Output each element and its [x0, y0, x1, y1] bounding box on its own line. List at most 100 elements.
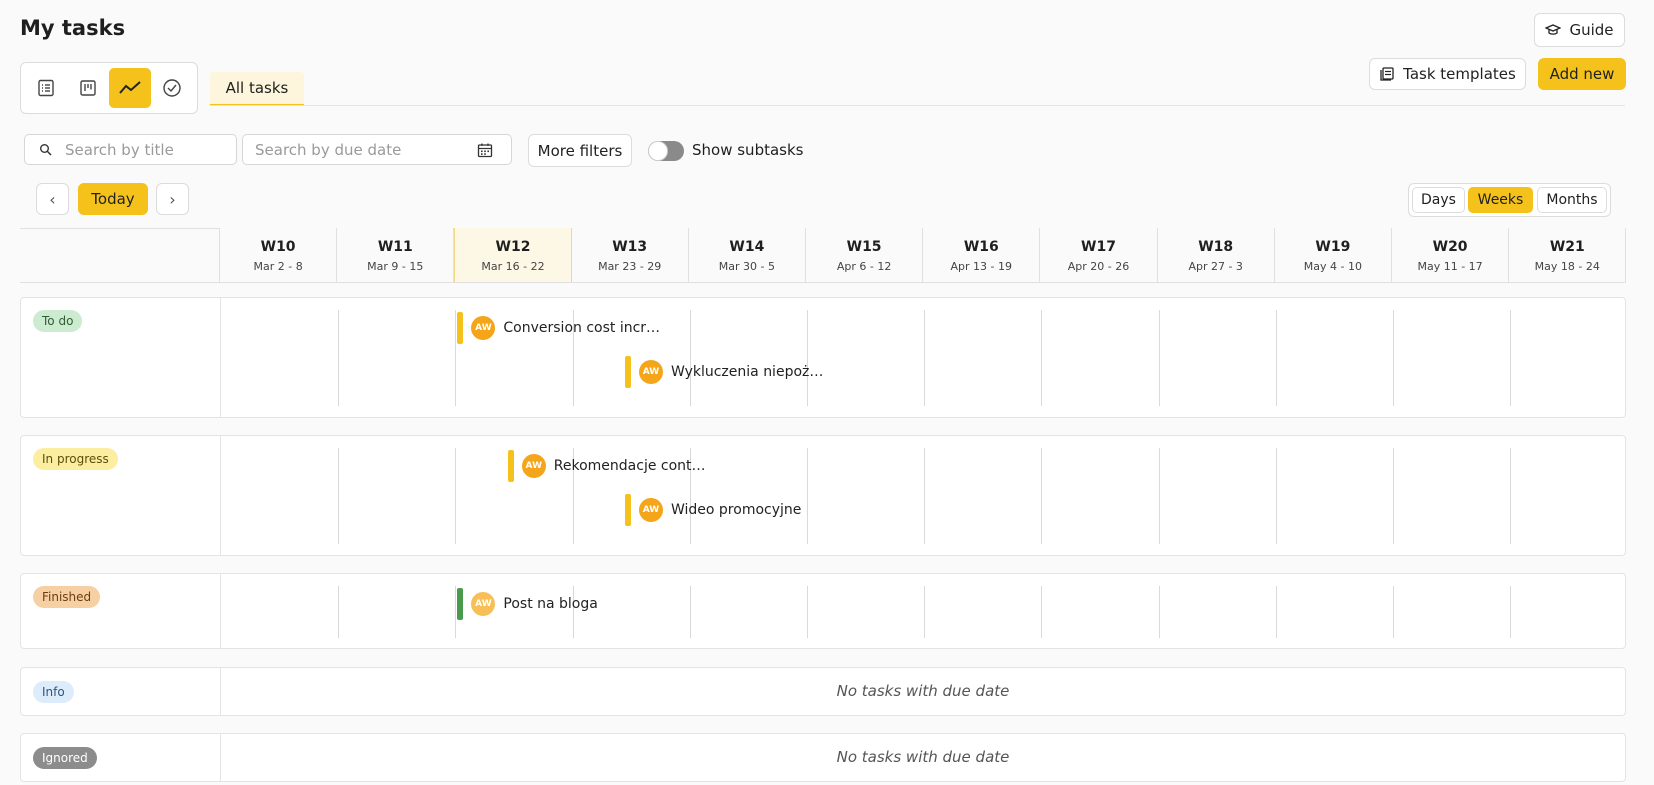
calendar-icon[interactable] — [477, 142, 493, 158]
week-number: W21 — [1549, 239, 1585, 255]
chevron-right-icon: › — [169, 189, 176, 209]
week-number: W19 — [1315, 239, 1351, 255]
board-view-button[interactable] — [67, 68, 109, 108]
week-number: W15 — [846, 239, 882, 255]
lane-divider — [220, 436, 221, 555]
week-gridline — [807, 586, 808, 638]
week-gridline — [1275, 310, 1277, 406]
add-new-button[interactable]: Add new — [1538, 58, 1626, 90]
view-switcher — [20, 62, 198, 114]
task-item[interactable]: AW Conversion cost incr… — [457, 312, 660, 344]
week-column-header: W12 Mar 16 - 22 — [454, 228, 572, 283]
lane-divider — [220, 298, 221, 417]
search-title-field[interactable]: Search by title — [24, 134, 237, 165]
week-gridline — [807, 448, 808, 544]
week-gridline — [1510, 310, 1512, 406]
week-gridline — [1158, 310, 1160, 406]
week-date-range: May 11 - 17 — [1417, 260, 1483, 273]
week-gridline — [1275, 586, 1277, 638]
range-months-button[interactable]: Months — [1537, 187, 1607, 213]
task-status-bar — [457, 312, 464, 344]
check-circle-icon — [163, 79, 181, 97]
status-badge: Info — [33, 681, 74, 703]
task-templates-label: Task templates — [1403, 65, 1516, 83]
week-gridline — [1393, 586, 1394, 638]
guide-button[interactable]: Guide — [1534, 13, 1625, 47]
avatar: AW — [638, 498, 663, 522]
week-column-header: W20 May 11 - 17 — [1392, 228, 1510, 283]
week-number: W17 — [1081, 239, 1116, 255]
week-column-header: W11 Mar 9 - 15 — [337, 228, 455, 283]
week-date-range: Mar 23 - 29 — [598, 260, 662, 273]
week-date-range: Mar 9 - 15 — [367, 260, 424, 273]
timeline-header-label-cell — [20, 228, 220, 283]
week-date-range: Apr 20 - 26 — [1067, 260, 1130, 273]
list-view-button[interactable] — [25, 68, 67, 108]
week-date-range: Apr 6 - 12 — [836, 260, 892, 273]
status-lane: In progress AW Rekomendacje cont… AW Wideo p… — [20, 435, 1626, 556]
week-gridline — [1158, 586, 1160, 638]
range-days-button[interactable]: Days — [1412, 187, 1465, 213]
status-lane: To do AW Conversion cost incr… AW Wykluczeni… — [20, 297, 1626, 418]
week-gridline — [1158, 448, 1160, 544]
task-status-bar — [507, 450, 514, 482]
week-gridline — [924, 310, 926, 406]
board-view-icon — [80, 80, 96, 96]
task-item[interactable]: AW Rekomendacje cont… — [507, 450, 706, 482]
task-item[interactable]: AW Post na bloga — [457, 588, 598, 620]
task-title: Rekomendacje cont… — [553, 458, 706, 474]
timeline-view-button[interactable] — [109, 68, 151, 108]
lane-divider — [220, 574, 221, 648]
task-item[interactable]: AW Wideo promocyjne — [624, 494, 802, 526]
task-item[interactable]: AW Wykluczenia niepoż… — [624, 356, 823, 388]
prev-period-button[interactable]: ‹ — [36, 183, 69, 215]
week-date-range: May 18 - 24 — [1534, 260, 1600, 273]
week-gridline — [1041, 310, 1043, 406]
week-date-range: Apr 27 - 3 — [1188, 260, 1243, 273]
week-gridline — [1393, 448, 1394, 544]
week-gridline — [1510, 586, 1512, 638]
empty-lane-message: No tasks with due date — [836, 682, 1010, 700]
week-gridline — [1510, 448, 1512, 544]
week-number: W16 — [963, 239, 999, 255]
week-column-header: W16 Apr 13 - 19 — [923, 228, 1041, 283]
week-date-range: Apr 13 - 19 — [950, 260, 1013, 273]
avatar: AW — [471, 316, 496, 340]
week-gridline — [455, 448, 457, 544]
empty-lane-message: No tasks with due date — [836, 748, 1010, 766]
week-number: W10 — [260, 239, 296, 255]
week-gridline — [1041, 448, 1043, 544]
status-lane: Info No tasks with due date — [20, 667, 1626, 716]
week-number: W13 — [612, 239, 648, 255]
chevron-left-icon: ‹ — [49, 189, 56, 209]
tab-all-tasks[interactable]: All tasks — [210, 72, 304, 106]
more-filters-button[interactable]: More filters — [528, 134, 632, 167]
week-column-header: W18 Apr 27 - 3 — [1157, 228, 1275, 283]
week-number: W18 — [1198, 239, 1234, 255]
templates-icon — [1380, 67, 1394, 81]
range-weeks-button[interactable]: Weeks — [1468, 187, 1533, 213]
task-status-bar — [624, 356, 631, 388]
week-number: W20 — [1432, 239, 1468, 255]
status-lane: Ignored No tasks with due date — [20, 733, 1626, 782]
status-badge: Finished — [33, 586, 101, 608]
completed-view-button[interactable] — [151, 68, 193, 108]
task-title: Wideo promocyjne — [670, 502, 802, 518]
week-column-header: W17 Apr 20 - 26 — [1040, 228, 1158, 283]
status-lane: Finished AW Post na bloga — [20, 573, 1626, 649]
task-templates-button[interactable]: Task templates — [1369, 58, 1526, 90]
search-date-placeholder: Search by due date — [255, 140, 402, 159]
avatar: AW — [638, 360, 663, 384]
search-due-date-field[interactable]: Search by due date — [242, 134, 512, 165]
today-button[interactable]: Today — [78, 183, 148, 215]
week-column-header: W21 May 18 - 24 — [1509, 228, 1627, 283]
week-gridline — [338, 448, 340, 544]
week-gridline — [455, 586, 457, 638]
week-gridline — [689, 586, 691, 638]
timeline-header-bottom-border — [20, 282, 1626, 283]
next-period-button[interactable]: › — [156, 183, 189, 215]
show-subtasks-toggle[interactable] — [648, 141, 684, 161]
avatar: AW — [471, 592, 496, 616]
task-title: Conversion cost incr… — [503, 320, 661, 336]
range-switcher: Days Weeks Months — [1408, 183, 1611, 217]
